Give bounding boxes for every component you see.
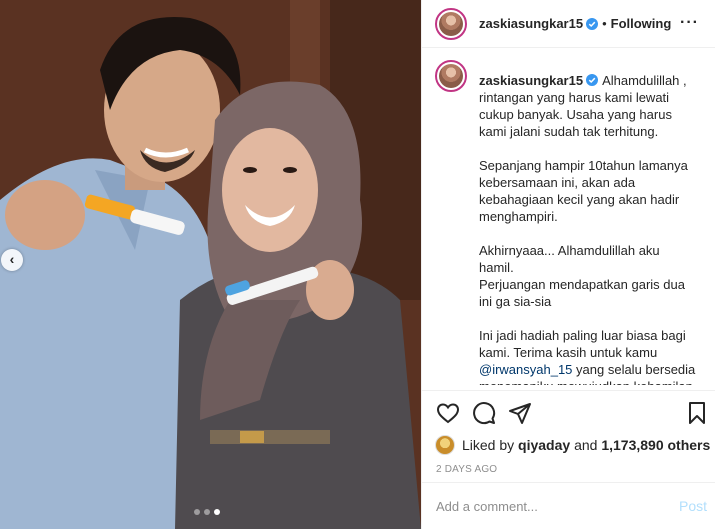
- post-timestamp[interactable]: 2 DAYS AGO: [422, 464, 715, 475]
- caption-row: zaskiasungkar15 Alhamdulillah , rintangan…: [435, 60, 697, 385]
- chevron-left-icon: ‹: [9, 251, 15, 267]
- carousel-dot: [204, 509, 210, 515]
- comment-box: Post: [422, 482, 715, 529]
- post-actions: Liked by qiyaday and 1,173,890 others 2 …: [422, 390, 715, 475]
- carousel-dot: [194, 509, 200, 515]
- liker-username[interactable]: qiyaday: [518, 437, 570, 453]
- share-icon[interactable]: [508, 401, 532, 425]
- carousel-dot-active: [214, 509, 220, 515]
- post-side-panel: zaskiasungkar15 • Following ··· zaskiasu…: [421, 0, 715, 529]
- caption-body: Alhamdulillah , rintangan yang harus kam…: [479, 73, 688, 360]
- post-photo[interactable]: ‹: [0, 0, 421, 529]
- caption-section: zaskiasungkar15 Alhamdulillah , rintangan…: [422, 48, 715, 385]
- action-icons: [422, 391, 715, 434]
- post-header: zaskiasungkar15 • Following ···: [422, 0, 715, 48]
- bookmark-icon[interactable]: [685, 401, 709, 425]
- comment-icon[interactable]: [472, 401, 496, 425]
- avatar[interactable]: [435, 60, 467, 92]
- heart-icon[interactable]: [436, 401, 460, 425]
- comment-input[interactable]: [436, 498, 679, 514]
- mention-link[interactable]: @irwansyah_15: [479, 362, 572, 377]
- carousel-indicator: [194, 509, 220, 515]
- following-button[interactable]: Following: [611, 16, 672, 31]
- separator-dot: •: [602, 16, 607, 31]
- likes-and: and: [574, 437, 598, 453]
- post-comment-button[interactable]: Post: [679, 498, 707, 514]
- post-image: [0, 0, 421, 529]
- likes-count[interactable]: 1,173,890 others: [601, 437, 710, 453]
- verified-badge-icon: [586, 74, 599, 86]
- caption-text: zaskiasungkar15 Alhamdulillah , rintangan…: [479, 72, 697, 385]
- carousel-prev-button[interactable]: ‹: [1, 249, 23, 271]
- likes-prefix: Liked by: [462, 437, 515, 453]
- avatar[interactable]: [435, 7, 467, 40]
- likes-row: Liked by qiyaday and 1,173,890 others: [422, 434, 715, 456]
- caption-username[interactable]: zaskiasungkar15: [479, 73, 583, 88]
- liker-avatar[interactable]: [435, 435, 455, 455]
- header-username[interactable]: zaskiasungkar15: [479, 16, 583, 31]
- more-dots-icon[interactable]: ···: [680, 14, 699, 32]
- verified-badge-icon: [586, 17, 599, 30]
